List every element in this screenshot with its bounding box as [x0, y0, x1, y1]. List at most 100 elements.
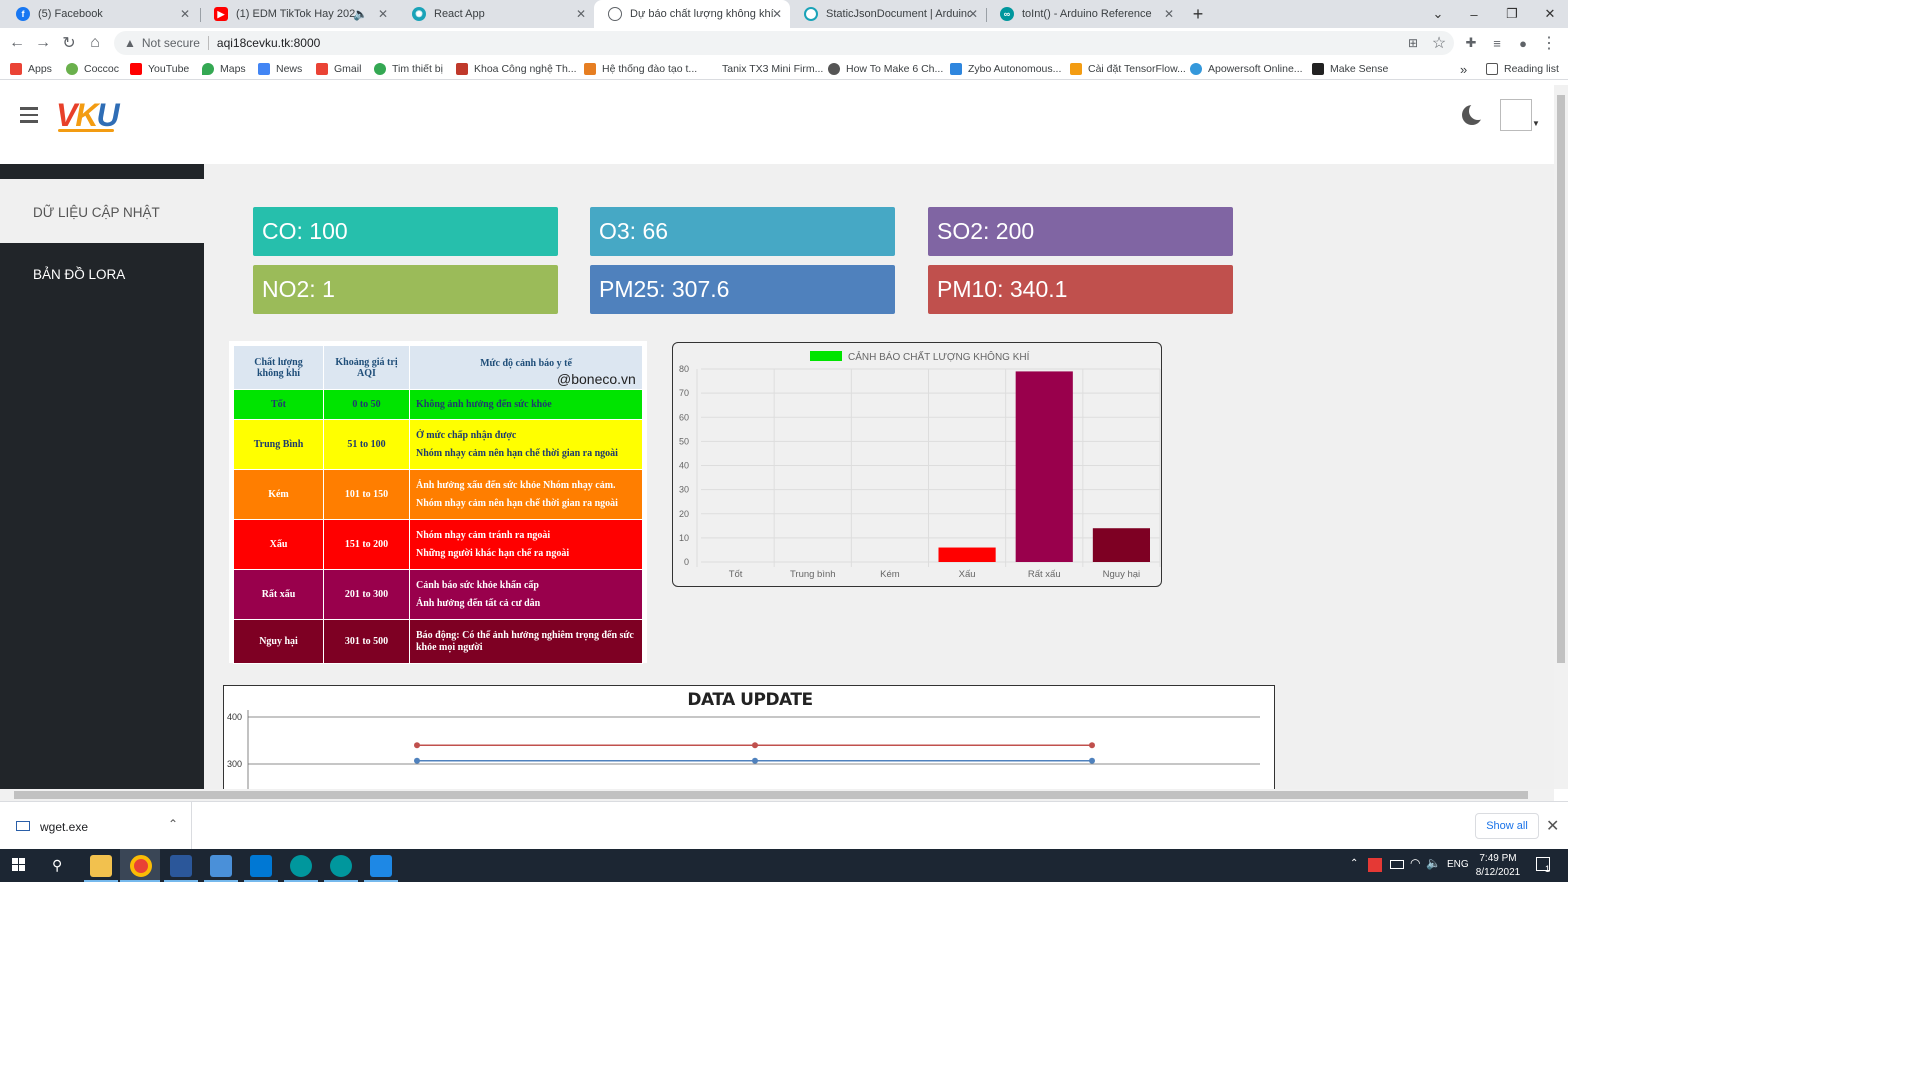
- speaker-icon[interactable]: 🔈: [353, 7, 368, 21]
- system-clock[interactable]: 7:49 PM 8/12/2021: [1470, 852, 1526, 880]
- address-bar[interactable]: ▲ Not secure aqi18cevku.tk:8000: [114, 31, 1454, 55]
- tab-search-icon[interactable]: ⌄: [1420, 0, 1456, 28]
- bookmark-find-device[interactable]: Tim thiết bị: [374, 61, 443, 77]
- bookmark-zybo[interactable]: Zybo Autonomous...: [950, 61, 1061, 77]
- bar: [1015, 371, 1073, 562]
- translate-icon[interactable]: ⊞: [1402, 32, 1424, 54]
- bookmark-apps[interactable]: Apps: [10, 61, 52, 77]
- file-explorer-icon[interactable]: [90, 855, 112, 877]
- aqi-warning-line: Ảnh hưởng xấu đến sức khỏe Nhóm nhạy cảm…: [416, 479, 616, 491]
- avatar[interactable]: [1500, 99, 1532, 131]
- bookmark-make-sense[interactable]: Make Sense: [1312, 61, 1388, 77]
- x-tick-label: Rất xấu: [1028, 569, 1061, 580]
- tab-facebook[interactable]: f (5) Facebook ✕: [2, 0, 198, 28]
- minimize-button[interactable]: –: [1456, 0, 1492, 28]
- extensions-icon[interactable]: ✚: [1460, 32, 1482, 54]
- bookmark-dao-tao[interactable]: Hệ thống đào tạo t...: [584, 61, 697, 77]
- bookmark-tanix[interactable]: Tanix TX3 Mini Firm...: [710, 61, 823, 77]
- vertical-scrollbar[interactable]: [1554, 85, 1568, 789]
- app-icon[interactable]: [370, 855, 392, 877]
- tab-youtube[interactable]: ▶ (1) EDM TikTok Hay 2021 - R 🔈 ✕: [200, 0, 396, 28]
- y-tick-label: 10: [679, 533, 689, 543]
- security-label[interactable]: Not secure: [142, 36, 200, 50]
- chrome-icon[interactable]: [130, 855, 152, 877]
- url-text[interactable]: aqi18cevku.tk:8000: [217, 36, 320, 50]
- download-item[interactable]: wget.exe ⌃: [0, 802, 192, 850]
- close-icon[interactable]: ✕: [576, 7, 586, 21]
- x-tick-label: Xấu: [959, 569, 976, 580]
- bookmark-star-icon[interactable]: ☆: [1428, 32, 1450, 54]
- hamburger-menu-icon[interactable]: [20, 107, 38, 123]
- vscode-icon[interactable]: [250, 855, 272, 877]
- bookmark-news[interactable]: News: [258, 61, 302, 77]
- reading-list-button[interactable]: Reading list: [1486, 61, 1559, 77]
- aqi-level: Rất xấu: [233, 569, 324, 620]
- windows-start-icon[interactable]: [12, 858, 26, 872]
- card-no2: NO2: 1: [253, 265, 558, 314]
- back-button[interactable]: ←: [6, 32, 28, 54]
- tab-react-app[interactable]: ✺ React App ✕: [398, 0, 594, 28]
- scrollbar-thumb[interactable]: [1557, 95, 1565, 663]
- app-icon[interactable]: [210, 855, 232, 877]
- forward-button[interactable]: →: [32, 32, 54, 54]
- bookmark-coccoc[interactable]: Coccoc: [66, 61, 119, 77]
- arduino-icon[interactable]: [330, 855, 352, 877]
- aqi-range: 0 to 50: [323, 389, 410, 420]
- bar: [938, 547, 996, 562]
- new-tab-button[interactable]: +: [1180, 0, 1216, 28]
- wifi-icon[interactable]: ◠: [1410, 856, 1420, 870]
- chevron-down-icon[interactable]: ▼: [1532, 119, 1540, 128]
- bookmarks-more-button[interactable]: »: [1460, 61, 1467, 77]
- bookmark-youtube[interactable]: YouTube: [130, 61, 189, 77]
- tab-arduino-reference[interactable]: ∞ toInt() - Arduino Reference ✕: [986, 0, 1182, 28]
- sidebar-item-label: BẢN ĐỒ LORA: [33, 267, 126, 282]
- bookmark-maps[interactable]: Maps: [202, 61, 246, 77]
- bookmark-gmail[interactable]: Gmail: [316, 61, 361, 77]
- training-icon: [584, 63, 596, 75]
- scrollbar-thumb[interactable]: [14, 791, 1528, 799]
- profile-icon[interactable]: ●: [1512, 32, 1534, 54]
- restore-button[interactable]: ❐: [1494, 0, 1530, 28]
- media-icon[interactable]: ≡: [1486, 32, 1508, 54]
- show-all-button[interactable]: Show all: [1475, 813, 1539, 839]
- warning-icon[interactable]: ▲: [124, 36, 136, 50]
- bookmark-tensorflow[interactable]: Cài đặt TensorFlow...: [1070, 61, 1186, 77]
- menu-icon[interactable]: ⋮: [1538, 32, 1560, 54]
- aqi-range: 201 to 300: [323, 569, 410, 620]
- x-tick-label: Tốt: [729, 569, 743, 580]
- horizontal-scrollbar[interactable]: [0, 789, 1554, 801]
- header-quality: Chất lượng không khí: [233, 345, 324, 390]
- bookmark-apowersoft[interactable]: Apowersoft Online...: [1190, 61, 1303, 77]
- y-tick-label: 20: [679, 509, 689, 519]
- series-point: [414, 742, 420, 749]
- tanix-icon: [710, 63, 716, 75]
- close-icon[interactable]: ✕: [1546, 816, 1559, 836]
- close-icon[interactable]: ✕: [378, 7, 388, 21]
- word-icon[interactable]: [170, 855, 192, 877]
- sidebar-item-lora-map[interactable]: BẢN ĐỒ LORA: [0, 243, 204, 305]
- reload-button[interactable]: ↻: [58, 32, 80, 54]
- sidebar-item-data-update[interactable]: DỮ LIỆU CẬP NHẬT: [0, 179, 204, 243]
- close-icon[interactable]: ✕: [772, 7, 782, 21]
- chevron-up-icon[interactable]: ⌃: [1350, 858, 1358, 869]
- series-point: [752, 742, 758, 749]
- clock-date: 8/12/2021: [1475, 867, 1521, 878]
- tab-air-quality[interactable]: Dự báo chất lượng không khí ✕: [594, 0, 790, 28]
- battery-icon[interactable]: [1390, 860, 1404, 869]
- tab-label: (5) Facebook: [38, 8, 103, 20]
- home-button[interactable]: ⌂: [84, 32, 106, 54]
- chevron-up-icon[interactable]: ⌃: [168, 817, 178, 831]
- close-icon[interactable]: ✕: [1164, 7, 1174, 21]
- bookmark-label: Zybo Autonomous...: [968, 63, 1062, 75]
- close-icon[interactable]: ✕: [180, 7, 190, 21]
- volume-icon[interactable]: 🔈: [1426, 856, 1441, 870]
- tab-arduinojson[interactable]: StaticJsonDocument | ArduinoJso ✕: [790, 0, 986, 28]
- input-language[interactable]: ENG: [1447, 859, 1469, 870]
- bookmark-khoa-cntt[interactable]: Khoa Công nghệ Th...: [456, 61, 577, 77]
- close-icon[interactable]: ✕: [968, 7, 978, 21]
- vietkey-icon[interactable]: [1368, 858, 1382, 872]
- window-close-button[interactable]: ✕: [1532, 0, 1568, 28]
- arduino-icon[interactable]: [290, 855, 312, 877]
- search-icon[interactable]: ⚲: [52, 857, 62, 874]
- bookmark-how-to-make[interactable]: How To Make 6 Ch...: [828, 61, 943, 77]
